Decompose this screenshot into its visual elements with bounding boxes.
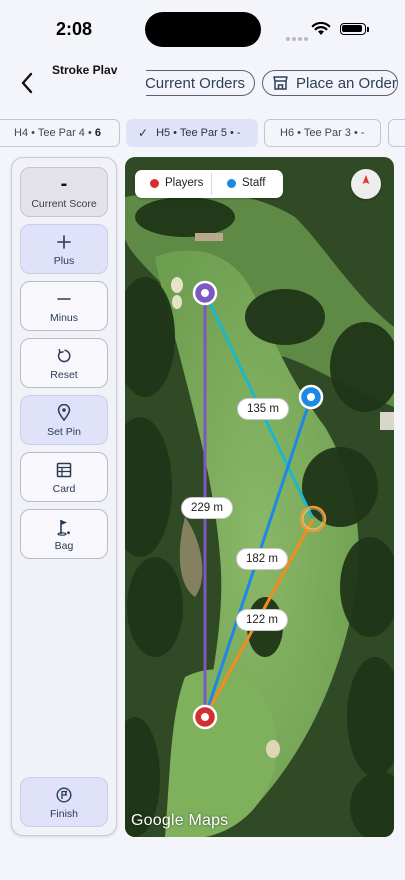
minus-label: Minus bbox=[49, 311, 78, 324]
tab-hole-4-label: H4 • Tee Par 4 • bbox=[14, 127, 92, 139]
set-pin-label: Set Pin bbox=[47, 425, 81, 438]
dynamic-island bbox=[145, 12, 261, 47]
reset-icon bbox=[56, 346, 72, 366]
legend-players: Players bbox=[150, 177, 203, 189]
tab-hole-4[interactable]: H4 • Tee Par 4 • 6 bbox=[0, 119, 120, 147]
checkmark-icon: ✓ bbox=[138, 126, 149, 140]
staff-marker[interactable] bbox=[298, 384, 324, 410]
satellite-view bbox=[125, 157, 394, 837]
golf-flag-icon bbox=[56, 517, 72, 537]
reset-button[interactable]: Reset bbox=[20, 338, 108, 388]
signal-dots-icon bbox=[286, 28, 312, 41]
players-dot-icon bbox=[150, 178, 159, 188]
distance-label-player-staff: 182 m bbox=[236, 548, 288, 570]
chevron-left-icon bbox=[21, 72, 33, 94]
compass-icon bbox=[362, 175, 370, 184]
plus-label: Plus bbox=[53, 254, 75, 267]
bag-button[interactable]: Bag bbox=[20, 509, 108, 559]
tab-hole-5-label: H5 • Tee Par 5 • - bbox=[156, 127, 241, 139]
distance-label-player-pin: 229 m bbox=[181, 497, 233, 519]
place-order-button[interactable]: Place an Order bbox=[262, 70, 398, 96]
finish-label: Finish bbox=[49, 807, 78, 820]
current-score-button[interactable]: - Current Score bbox=[20, 167, 108, 217]
battery-icon bbox=[340, 23, 366, 35]
card-label: Card bbox=[52, 482, 76, 495]
store-icon bbox=[273, 76, 288, 90]
current-orders-button[interactable]: Current Orders bbox=[146, 70, 255, 96]
set-pin-button[interactable]: Set Pin bbox=[20, 395, 108, 445]
finish-button[interactable]: Finish bbox=[20, 777, 108, 827]
tab-hole-6-label: H6 • Tee Par 3 • - bbox=[280, 127, 365, 139]
location-pin-icon bbox=[57, 403, 71, 423]
legend-staff-label: Staff bbox=[242, 177, 266, 189]
status-time: 2:08 bbox=[56, 19, 93, 39]
reset-label: Reset bbox=[50, 368, 78, 381]
distance-label-player-target: 122 m bbox=[236, 609, 288, 631]
player-marker[interactable] bbox=[192, 704, 218, 730]
current-orders-label: Current Orders bbox=[146, 74, 245, 92]
minus-icon bbox=[57, 289, 71, 309]
plus-button[interactable]: Plus bbox=[20, 224, 108, 274]
tab-hole-5[interactable]: ✓ H5 • Tee Par 5 • - bbox=[126, 119, 258, 147]
flag-circle-icon bbox=[56, 785, 72, 805]
plus-icon bbox=[57, 232, 71, 252]
place-order-label: Place an Order bbox=[296, 74, 397, 92]
map-legend: Players Staff bbox=[135, 170, 283, 198]
minus-button[interactable]: Minus bbox=[20, 281, 108, 331]
tab-hole-6[interactable]: H6 • Tee Par 3 • - bbox=[264, 119, 381, 147]
scorecard-icon bbox=[56, 460, 72, 480]
action-panel: - Current Score Plus Minus Reset Set Pin… bbox=[11, 157, 117, 836]
tab-hole-4-score: 6 bbox=[94, 127, 101, 139]
legend-staff: Staff bbox=[227, 177, 265, 189]
current-score-label: Current Score bbox=[31, 198, 97, 210]
pin-marker[interactable] bbox=[192, 280, 218, 306]
card-button[interactable]: Card bbox=[20, 452, 108, 502]
legend-players-label: Players bbox=[165, 177, 204, 189]
staff-dot-icon bbox=[227, 178, 236, 188]
distance-label-pin-staff: 135 m bbox=[237, 398, 289, 420]
google-maps-attribution: Google Maps bbox=[131, 812, 229, 829]
hole-tabs: H4 • Tee Par 4 • 6 ✓ H5 • Tee Par 5 • - … bbox=[0, 119, 405, 147]
back-button[interactable] bbox=[12, 66, 42, 100]
wifi-icon bbox=[311, 21, 331, 35]
status-bar: 2:08 bbox=[0, 0, 405, 58]
tab-next-hole[interactable] bbox=[388, 119, 405, 147]
current-score-value: - bbox=[60, 173, 68, 195]
page-title: Stroke Plav bbox=[52, 63, 118, 77]
bag-label: Bag bbox=[54, 539, 74, 552]
compass-button[interactable] bbox=[351, 169, 381, 199]
course-map[interactable] bbox=[125, 157, 394, 837]
